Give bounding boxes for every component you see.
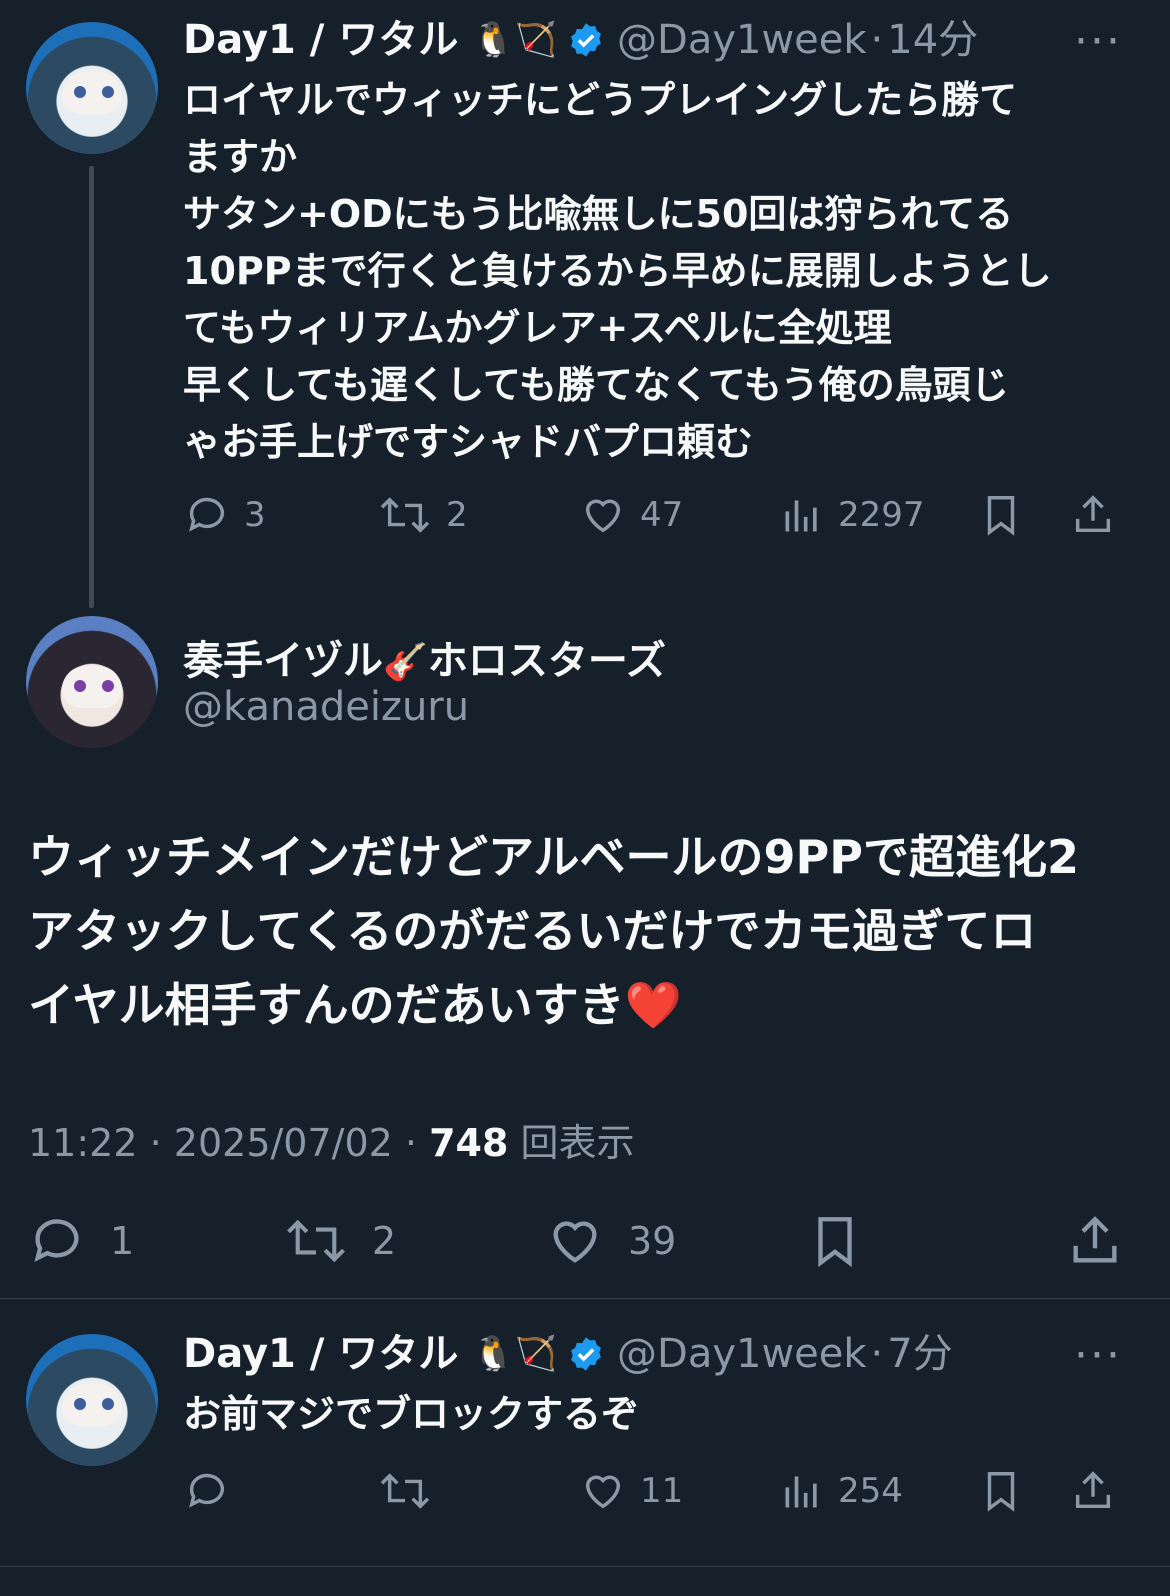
tweet3-text: お前マジでブロックするぞ (183, 1386, 639, 1443)
avatar-eye (102, 86, 114, 98)
text-line: ゃお手上げですシャドバプロ頼む (183, 420, 754, 464)
text-line: サタン+ODにもう比喩無しに50回は狩られてる (183, 192, 1014, 236)
display-name: 奏手イヅル (183, 638, 383, 684)
display-name[interactable]: Day1 / ワタル (183, 16, 458, 64)
bookmark-button[interactable] (978, 1468, 1024, 1514)
like-count: 11 (640, 1471, 684, 1511)
verified-badge-icon (571, 23, 601, 57)
tweet-thread: Day1 / ワタル 🐧🏹 @Day1week · 14分 ··· ロイヤルでウ… (0, 0, 1170, 1596)
like-count: 39 (628, 1219, 677, 1263)
verified-badge-icon (571, 1337, 601, 1371)
share-icon (1075, 495, 1111, 533)
view-count: 748 (429, 1121, 509, 1165)
retweet-button[interactable]: 2 (378, 492, 468, 538)
tweet1-text: ロイヤルでウィッチにどうプレイングしたら勝て ますか サタン+ODにもう比喩無し… (183, 72, 1052, 471)
name-emoji: 🐧🏹 (472, 20, 558, 60)
avatar-kanadeizuru[interactable] (26, 616, 158, 748)
timestamp[interactable]: 14分 (887, 16, 978, 64)
text-line: てもウィリアムかグレア+スペルに全処理 (183, 306, 892, 350)
avatar-day1[interactable] (26, 1334, 158, 1466)
text-line: ますか (183, 135, 298, 179)
post-time[interactable]: 11:22 (28, 1121, 138, 1165)
separator: · (870, 1331, 884, 1377)
share-button[interactable] (1070, 492, 1116, 538)
heart-icon (553, 1221, 597, 1263)
views-label: 回表示 (520, 1121, 635, 1165)
like-button[interactable]: 11 (580, 1468, 683, 1514)
display-name[interactable]: Day1 / ワタル (183, 1330, 458, 1378)
retweet-count: 2 (372, 1219, 397, 1263)
like-count: 47 (640, 495, 684, 535)
share-button[interactable] (1066, 1212, 1124, 1270)
retweet-icon (287, 1219, 345, 1263)
text-line: 早くしても遅くしても勝てなくてもう俺の鳥頭じ (183, 363, 1009, 407)
bookmark-icon (987, 1472, 1015, 1512)
reply-icon (189, 497, 225, 532)
retweet-icon (380, 1473, 430, 1509)
guitar-emoji: 🎸 (383, 642, 428, 683)
retweet-count: 2 (446, 495, 468, 535)
text-line: アタックしてくるのがだるいだけでカモ過ぎてロ (28, 904, 1037, 958)
views-button[interactable]: 254 (780, 1468, 903, 1514)
thread-connector (89, 166, 94, 608)
view-count: 2297 (838, 495, 925, 535)
avatar-eye (74, 1398, 86, 1410)
retweet-icon (380, 497, 430, 533)
user-handle[interactable]: @Day1week (617, 1330, 867, 1378)
like-button[interactable]: 39 (546, 1212, 676, 1270)
text-line: お前マジでブロックするぞ (183, 1392, 640, 1436)
tweet-meta: 11:22 · 2025/07/02 · 748 回表示 (28, 1112, 635, 1167)
main-user-handle[interactable]: @kanadeizuru (183, 684, 469, 730)
avatar-eye (102, 1398, 114, 1410)
avatar-eye (102, 680, 114, 692)
reply-count: 1 (110, 1219, 135, 1263)
text-line: ロイヤルでウィッチにどうプレイングしたら勝て (183, 78, 1018, 122)
main-display-name[interactable]: 奏手イヅル🎸ホロスターズ (183, 628, 666, 686)
share-icon (1073, 1216, 1117, 1263)
avatar-eye (74, 680, 86, 692)
views-chart-icon (785, 1476, 817, 1508)
bookmark-icon (818, 1217, 852, 1268)
avatar-eye (74, 86, 86, 98)
retweet-button[interactable]: 2 (284, 1212, 396, 1270)
user-handle[interactable]: @Day1week (617, 16, 867, 64)
divider (0, 1298, 1170, 1299)
like-button[interactable]: 47 (580, 492, 683, 538)
heart-icon (585, 499, 621, 533)
reply-icon (189, 1473, 225, 1508)
views-button[interactable]: 2297 (780, 492, 925, 538)
text-line: ウィッチメインだけどアルベールの9PPで超進化2 (28, 830, 1079, 884)
avatar-day1[interactable] (26, 22, 158, 154)
heart-icon (585, 1475, 621, 1509)
post-date[interactable]: 2025/07/02 (174, 1121, 393, 1165)
more-options-icon[interactable]: ··· (1074, 1330, 1122, 1381)
share-button[interactable] (1070, 1468, 1116, 1514)
reply-button[interactable]: 3 (184, 492, 266, 538)
display-name-suffix: ホロスターズ (427, 638, 666, 684)
tweet3-header: Day1 / ワタル 🐧🏹 @Day1week · 7分 (183, 1330, 953, 1378)
bookmark-button[interactable] (806, 1212, 864, 1270)
name-emoji: 🐧🏹 (472, 1334, 558, 1374)
more-options-icon[interactable]: ··· (1074, 16, 1122, 67)
bookmark-icon (987, 496, 1015, 536)
reply-icon (34, 1219, 79, 1262)
retweet-button[interactable] (378, 1468, 432, 1514)
main-tweet-text: ウィッチメインだけどアルベールの9PPで超進化2 アタックしてくるのがだるいだけ… (28, 820, 1079, 1042)
reply-count: 3 (244, 495, 266, 535)
separator: · (404, 1121, 418, 1165)
divider (0, 1566, 1170, 1567)
reply-button[interactable] (184, 1468, 230, 1514)
tweet1-header: Day1 / ワタル 🐧🏹 @Day1week · 14分 (183, 16, 978, 64)
views-chart-icon (785, 500, 817, 532)
bookmark-button[interactable] (978, 492, 1024, 538)
share-icon (1075, 1471, 1111, 1509)
view-count: 254 (838, 1471, 903, 1511)
reply-button[interactable]: 1 (28, 1212, 134, 1270)
text-line: イヤル相手すんのだあいすき❤️ (28, 978, 682, 1032)
text-line: 10PPまで行くと負けるから早めに展開しようとし (183, 249, 1052, 293)
separator: · (870, 17, 884, 63)
timestamp[interactable]: 7分 (887, 1330, 952, 1378)
separator: · (149, 1121, 162, 1165)
